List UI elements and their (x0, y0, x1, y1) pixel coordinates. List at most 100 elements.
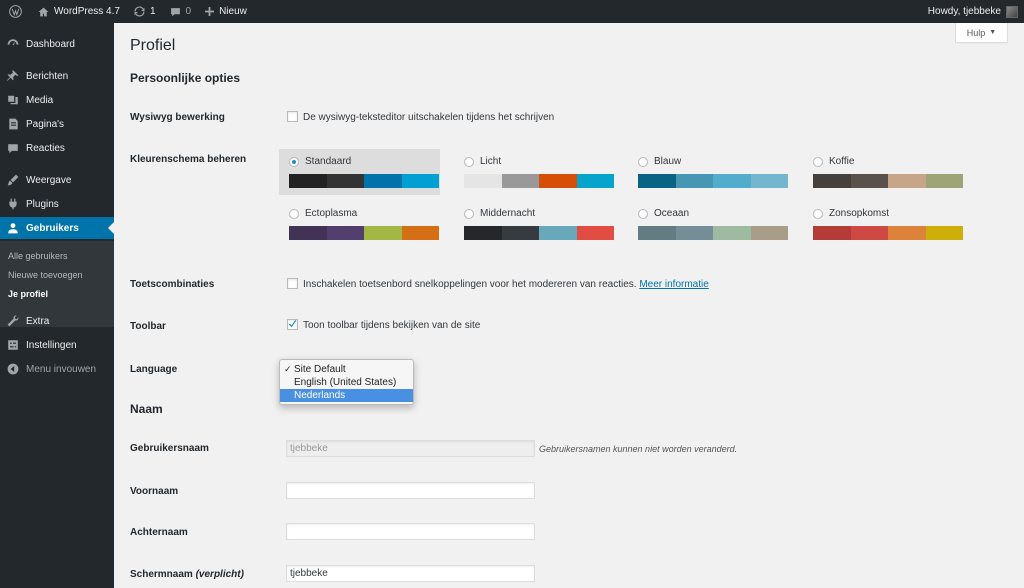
color-swatch (888, 226, 926, 240)
toolbar-checkbox[interactable] (287, 319, 298, 330)
lastname-field[interactable] (286, 523, 535, 540)
color-scheme-swatches (464, 174, 614, 188)
color-scheme-option[interactable]: Blauw (628, 149, 789, 195)
checkmark-icon: ✓ (284, 364, 292, 374)
shortcuts-checkbox[interactable] (287, 278, 298, 289)
color-scheme-option[interactable]: Middernacht (454, 201, 615, 247)
color-scheme-option[interactable]: Ectoplasma (279, 201, 440, 247)
dashboard-icon (7, 39, 19, 46)
color-scheme-radio[interactable] (464, 208, 474, 219)
color-scheme-radio[interactable] (813, 208, 823, 219)
color-scheme-header: Zonsopkomst (813, 207, 956, 220)
tools-icon (7, 315, 19, 327)
language-option[interactable]: ✓ Site Default (280, 363, 413, 376)
color-scheme-label: Kleurenschema beheren (130, 154, 247, 165)
color-scheme-option[interactable]: Licht (454, 149, 615, 195)
color-swatch (713, 174, 751, 188)
submenu-your-profile[interactable]: Je profiel (8, 289, 48, 299)
username-field[interactable]: tjebbeke (286, 440, 535, 457)
firstname-label: Voornaam (130, 486, 179, 497)
language-select-dropdown[interactable]: ✓ Site Default English (United States) Ne… (279, 359, 414, 405)
menu-item-weergave[interactable]: Weergave (0, 169, 114, 191)
color-scheme-header: Koffie (813, 155, 956, 168)
color-scheme-name: Licht (480, 156, 502, 167)
color-scheme-option[interactable]: Standaard (279, 149, 440, 195)
howdy-text: Howdy, tjebbeke (927, 6, 1001, 17)
color-scheme-swatches (464, 226, 614, 240)
color-scheme-header: Licht (464, 155, 607, 168)
menu-label: Berichten (26, 70, 69, 82)
menu-item-reacties[interactable]: Reacties (0, 137, 114, 159)
language-label: Language (130, 364, 178, 375)
plugin-icon (9, 198, 17, 210)
color-swatch (925, 174, 963, 188)
comments-link[interactable]: 0 (163, 0, 199, 23)
menu-item-instellingen[interactable]: Instellingen (0, 334, 114, 356)
wysiwyg-checkbox[interactable] (287, 111, 298, 122)
collapse-menu-button[interactable]: Menu invouwen (0, 358, 114, 380)
menu-item-paginas[interactable]: Pagina's (0, 113, 114, 135)
menu-label: Media (26, 94, 54, 106)
color-swatch (713, 226, 751, 240)
color-swatch (888, 174, 926, 188)
color-swatch (326, 174, 364, 188)
submenu-add-new[interactable]: Nieuwe toevoegen (8, 270, 83, 280)
color-scheme-radio[interactable] (289, 208, 299, 219)
color-swatch (326, 226, 364, 240)
language-option-label: Nederlands (294, 390, 346, 401)
color-scheme-option[interactable]: Oceaan (628, 201, 789, 247)
color-swatch (576, 174, 614, 188)
menu-label: Extra (26, 315, 50, 327)
color-scheme-radio[interactable] (289, 156, 299, 167)
help-tab-button[interactable]: Hulp ▼ (955, 23, 1008, 43)
color-scheme-radio[interactable] (464, 156, 474, 167)
color-swatch (750, 226, 788, 240)
nickname-field[interactable]: tjebbeke (286, 565, 535, 582)
color-scheme-option[interactable]: Koffie (803, 149, 964, 195)
submenu-all-users[interactable]: Alle gebruikers (8, 251, 68, 261)
plus-icon (205, 7, 215, 16)
new-label: Nieuw (219, 6, 247, 17)
admin-bar: WordPress 4.7 1 0 Nieuw Howdy, tjebbeke (0, 0, 1024, 23)
my-account-link[interactable]: Howdy, tjebbeke (921, 0, 1024, 23)
menu-item-media[interactable]: Media (0, 89, 114, 111)
site-name-link[interactable]: WordPress 4.7 (31, 0, 127, 23)
wysiwyg-text: De wysiwyg-teksteditor uitschakelen tijd… (303, 112, 555, 123)
language-option[interactable]: English (United States) (280, 376, 413, 389)
menu-item-gebruikers[interactable]: Gebruikers (0, 217, 114, 239)
menu-item-berichten[interactable]: Berichten (0, 65, 114, 87)
updates-icon (134, 6, 145, 17)
language-option[interactable]: Nederlands (280, 389, 413, 402)
color-scheme-swatches (813, 174, 963, 188)
help-label: Hulp (966, 27, 986, 38)
wordpress-logo-button[interactable] (0, 0, 31, 23)
color-scheme-radio[interactable] (813, 156, 823, 167)
color-scheme-radio[interactable] (638, 208, 648, 219)
color-scheme-radio[interactable] (638, 156, 648, 167)
color-scheme-swatches (289, 174, 439, 188)
settings-icon (8, 340, 18, 350)
color-scheme-header: Ectoplasma (289, 207, 432, 220)
new-content-link[interactable]: Nieuw (198, 0, 254, 23)
color-swatch (401, 226, 439, 240)
menu-item-extra[interactable]: Extra (0, 310, 114, 332)
color-scheme-header: Blauw (638, 155, 781, 168)
section-name: Naam (130, 402, 163, 416)
section-personal-options: Persoonlijke opties (130, 71, 241, 85)
language-option-label: Site Default (294, 364, 346, 375)
required-marker: (verplicht) (195, 569, 244, 580)
nickname-label: Schermnaam (verplicht) (130, 569, 244, 580)
updates-link[interactable]: 1 (127, 0, 163, 23)
menu-item-plugins[interactable]: Plugins (0, 193, 114, 215)
pushpin-icon (7, 70, 19, 81)
color-scheme-option[interactable]: Zonsopkomst (803, 201, 964, 247)
color-scheme-swatches (289, 226, 439, 240)
comments-count: 0 (185, 6, 192, 17)
firstname-field[interactable] (286, 482, 535, 499)
menu-label: Gebruikers (26, 222, 79, 234)
color-swatch (464, 174, 502, 188)
appearance-icon (7, 174, 19, 186)
more-info-link[interactable]: Meer informatie (639, 279, 708, 290)
color-scheme-header: Standaard (289, 155, 432, 168)
menu-item-dashboard[interactable]: Dashboard (0, 33, 114, 55)
